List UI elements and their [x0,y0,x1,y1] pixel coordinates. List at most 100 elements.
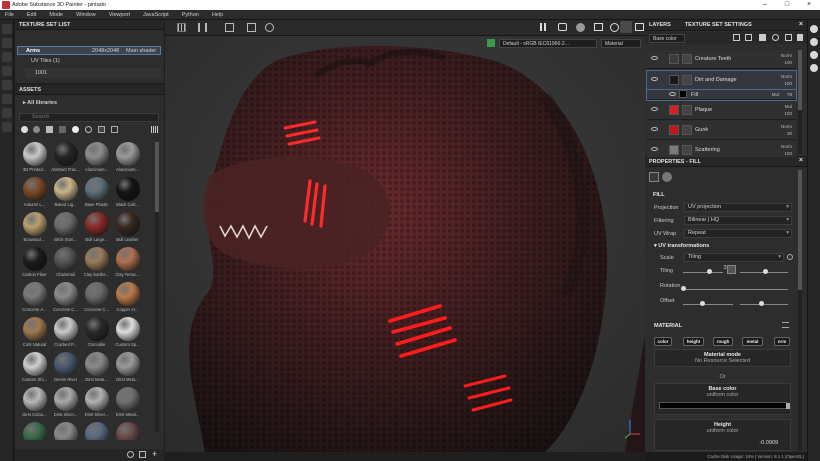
layer-blend-opacity[interactable]: Norm 30 [781,123,792,137]
material-thumbnail[interactable]: Cracked P... [50,317,81,351]
pause-icon[interactable] [540,23,546,31]
play-icon[interactable] [247,23,256,32]
layer-row[interactable]: Dirt and Damage Norm 100 [646,70,797,91]
base-color-swatch[interactable] [658,402,787,409]
snapshot-icon[interactable] [635,23,644,31]
material-thumbnail[interactable]: Dirst Silver... [50,387,81,421]
menu-viewport[interactable]: Viewport [109,12,130,18]
material-thumbnail[interactable]: Aluminium... [81,142,112,176]
shader-settings-icon[interactable] [810,51,818,59]
tiling-slider[interactable] [683,272,723,273]
material-thumbnail[interactable]: Concrete A... [19,282,50,316]
visibility-eye-icon[interactable] [651,147,658,151]
material-thumbnail[interactable]: Boxwood ... [19,212,50,246]
layer-blend-opacity[interactable]: Norm 100 [781,52,792,66]
align-icon[interactable] [225,23,234,32]
fill-tab-icon[interactable] [649,172,659,182]
grid-icon[interactable] [177,23,186,32]
layer-blend-opacity[interactable]: Mul 100 [784,103,792,117]
add-icon[interactable]: + [152,449,157,459]
add-resource-icon[interactable] [127,451,134,458]
properties-close-icon[interactable]: × [799,157,803,164]
properties-scrollbar[interactable] [798,170,802,450]
visibility-eye-icon[interactable] [651,107,658,111]
uv-transformations-section[interactable]: ▾ UV transformations [654,241,709,250]
chip-rough[interactable]: rough [713,337,733,346]
light-icon[interactable] [576,23,585,32]
material-thumbnail[interactable]: Fabric Felt [112,422,143,440]
material-thumbnail[interactable]: Abstract Frac... [50,142,81,176]
add-layer-icon[interactable] [745,34,752,41]
colorspace-dropdown[interactable]: Default - sRGB IEC61966-2... [499,39,597,48]
chip-color[interactable]: color [654,337,672,346]
material-tab-icon[interactable] [662,172,672,182]
asset-scrollbar[interactable] [155,142,159,432]
shelf-icon[interactable] [810,25,818,33]
history-icon[interactable] [810,64,818,72]
layer-blend-opacity[interactable]: Norm 100 [781,143,792,157]
texture-set-row[interactable]: Arms 2048x2048 Main shader [17,46,161,55]
material-thumbnail[interactable]: Cork Natural [19,317,50,351]
rotation-slider[interactable] [683,289,788,290]
filtering-dropdown[interactable]: Bilinear | HQ [684,216,792,225]
material-thumbnail[interactable]: Concrete C... [81,282,112,316]
layers-scrollbar[interactable] [798,50,802,154]
material-thumbnail[interactable]: Dirst Metal... [112,387,143,421]
chip-nrm[interactable]: nrm [774,337,790,346]
scale-info-icon[interactable] [787,254,793,260]
asset-search-field[interactable]: Search [19,113,159,122]
projection-icon[interactable] [2,52,12,62]
material-picker-icon[interactable] [2,108,12,118]
filter-smart-material-icon[interactable] [33,126,40,133]
filter-texture-icon[interactable] [46,126,53,133]
viewport-mode-icon[interactable] [487,39,495,47]
visibility-eye-icon[interactable] [669,92,676,96]
layer-row[interactable]: Gunk Norm 30 [647,121,796,140]
material-thumbnail[interactable]: Custom Sp... [112,317,143,351]
layer-blend-opacity[interactable]: Mul 78 [772,91,792,98]
split-icon[interactable] [198,23,207,32]
clone-icon[interactable] [2,94,12,104]
material-thumbnail[interactable]: Aluminium... [112,142,143,176]
uv-tile-row[interactable]: 1001 [25,68,161,78]
display-icon[interactable] [594,23,603,31]
material-thumbnail[interactable]: Copper Ar... [112,282,143,316]
smudge-icon[interactable] [2,80,12,90]
material-thumbnail[interactable]: Clay Earthe... [81,247,112,281]
layer-row[interactable]: Plaque Mul 100 [647,101,796,120]
layer-row[interactable]: Fill Mul 78 [646,89,797,101]
offset-y-slider[interactable] [740,304,788,305]
rotation-slider-handle[interactable] [681,286,686,291]
display-settings-icon[interactable] [810,38,818,46]
viewport-3d[interactable]: Default - sRGB IEC61966-2... Material [165,36,645,452]
material-thumbnail[interactable]: Denim Rivet [50,352,81,386]
delete-layer-icon[interactable] [797,34,803,41]
material-thumbnail[interactable]: Fabric Den... [81,422,112,440]
uv-tiles-row[interactable]: UV Tiles (1) [25,58,161,66]
filter-material-icon[interactable] [21,126,28,133]
add-fill-layer-icon[interactable] [733,34,740,41]
channel-dropdown[interactable]: Material [601,39,641,48]
material-thumbnail[interactable]: Dirst Colou... [19,387,50,421]
offset-y-handle[interactable] [759,301,764,306]
menu-window[interactable]: Window [76,12,96,18]
projection-dropdown[interactable]: UV projection [684,203,792,212]
geometry-mask-icon[interactable] [2,66,12,76]
tiling-slider-2-handle[interactable] [763,269,768,274]
offset-x-slider[interactable] [683,304,733,305]
minimize-icon[interactable]: – [754,0,776,10]
tiling-lock-icon[interactable] [727,265,736,274]
material-thumbnail[interactable]: Clay Terrac... [112,247,143,281]
chip-height[interactable]: height [683,337,704,346]
layers-tab[interactable]: LAYERS [649,22,671,28]
visibility-eye-icon[interactable] [651,127,658,131]
eraser-icon[interactable] [2,38,12,48]
camera-icon[interactable] [558,23,567,31]
material-thumbnail[interactable]: Base Plastic [81,177,112,211]
material-thumbnail[interactable]: Concrete C... [50,282,81,316]
import-icon[interactable] [139,451,146,458]
material-thumbnail[interactable]: Bull Large... [81,212,112,246]
uv-wrap-dropdown[interactable]: Repeat [684,229,792,238]
chip-metal[interactable]: metal [742,337,763,346]
height-value[interactable]: -0.0909 [759,440,778,446]
